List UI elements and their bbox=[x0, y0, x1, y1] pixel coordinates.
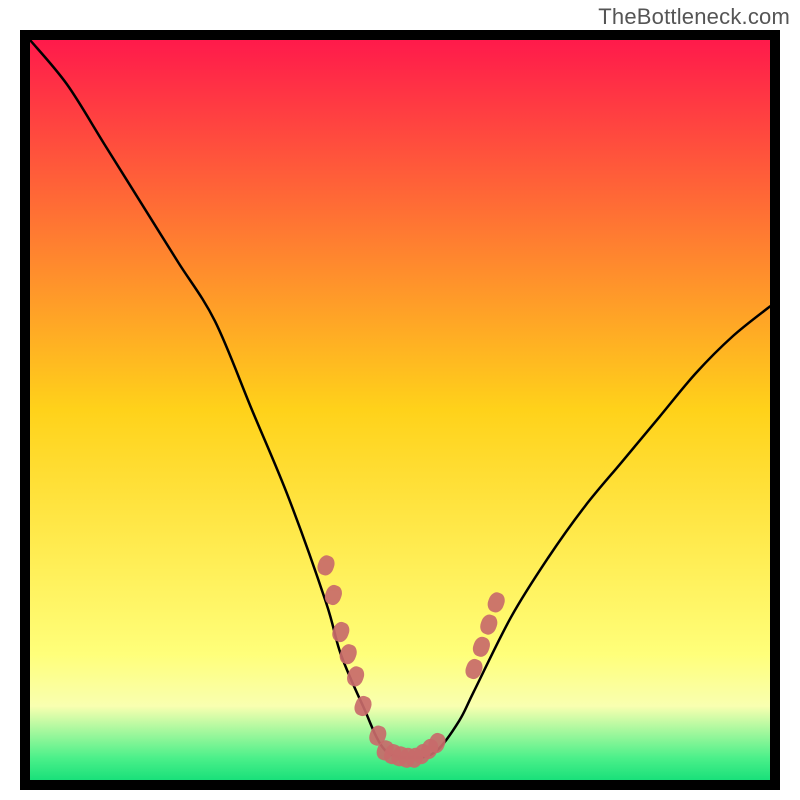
chart-svg bbox=[30, 40, 770, 780]
plot-border bbox=[20, 30, 780, 790]
watermark-text: TheBottleneck.com bbox=[598, 4, 790, 30]
chart-frame: TheBottleneck.com bbox=[0, 0, 800, 800]
gradient-background bbox=[30, 40, 770, 780]
plot-area bbox=[30, 40, 770, 780]
